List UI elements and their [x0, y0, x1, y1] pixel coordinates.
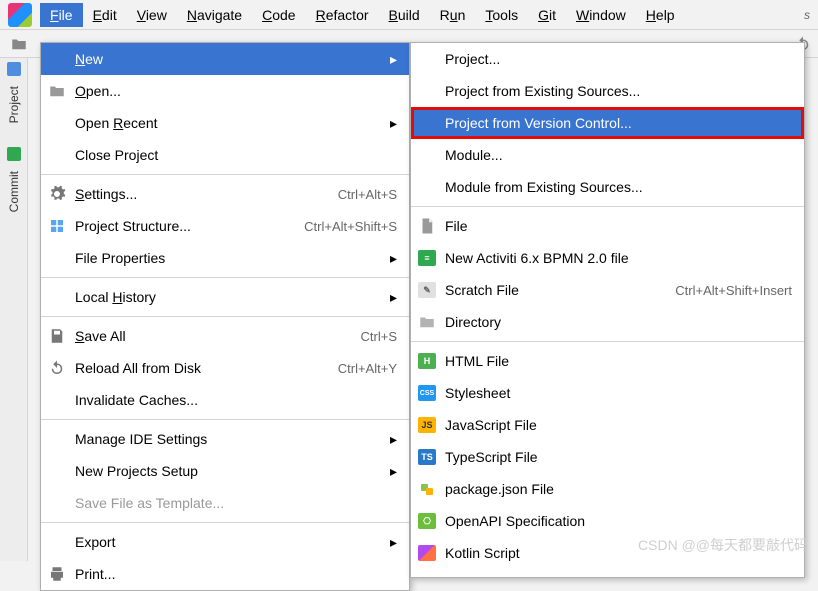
- separator: [41, 277, 409, 278]
- chevron-right-icon: ▸: [390, 431, 397, 448]
- left-tool-tabs: Project Commit: [0, 58, 28, 561]
- chevron-right-icon: ▸: [390, 250, 397, 267]
- shortcut: Ctrl+Alt+Shift+Insert: [675, 283, 792, 298]
- menu-file[interactable]: File: [40, 3, 83, 27]
- separator: [41, 419, 409, 420]
- submenu-typescript[interactable]: TS TypeScript File: [411, 441, 804, 473]
- menu-save-all[interactable]: Save All Ctrl+S: [41, 320, 409, 352]
- submenu-activiti[interactable]: ≡ New Activiti 6.x BPMN 2.0 file: [411, 242, 804, 274]
- file-dropdown: New ▸ Open... Open Recent ▸ Close Projec…: [40, 42, 410, 591]
- html-icon: H: [417, 351, 437, 371]
- watermark: CSDN @@每天都要敲代码: [638, 535, 808, 555]
- menu-project-structure[interactable]: Project Structure... Ctrl+Alt+Shift+S: [41, 210, 409, 242]
- folder-icon: [417, 312, 437, 332]
- menu-save-as-template: Save File as Template...: [41, 487, 409, 519]
- kotlin-icon: [417, 543, 437, 563]
- print-icon: [47, 564, 67, 584]
- menu-help[interactable]: Help: [636, 3, 685, 27]
- separator: [41, 316, 409, 317]
- shortcut: Ctrl+Alt+Y: [338, 361, 397, 376]
- menu-tools[interactable]: Tools: [475, 3, 528, 27]
- chevron-right-icon: ▸: [390, 289, 397, 306]
- commit-tab[interactable]: Commit: [7, 171, 21, 212]
- submenu-html[interactable]: H HTML File: [411, 345, 804, 377]
- reload-icon: [47, 358, 67, 378]
- shortcut: Ctrl+Alt+Shift+S: [304, 219, 397, 234]
- project-tab-icon[interactable]: [7, 62, 21, 76]
- submenu-project-existing[interactable]: Project from Existing Sources...: [411, 75, 804, 107]
- openapi-icon: ⎔: [417, 511, 437, 531]
- css-icon: CSS: [417, 383, 437, 403]
- submenu-scratch[interactable]: ✎ Scratch File Ctrl+Alt+Shift+Insert: [411, 274, 804, 306]
- separator: [41, 174, 409, 175]
- menu-local-history[interactable]: Local History ▸: [41, 281, 409, 313]
- shortcut: Ctrl+S: [361, 329, 397, 344]
- separator: [411, 341, 804, 342]
- menu-settings[interactable]: Settings... Ctrl+Alt+S: [41, 178, 409, 210]
- submenu-module[interactable]: Module...: [411, 139, 804, 171]
- folder-icon: [47, 81, 67, 101]
- file-icon: [417, 216, 437, 236]
- submenu-file[interactable]: File: [411, 210, 804, 242]
- menu-navigate[interactable]: Navigate: [177, 3, 252, 27]
- menu-run[interactable]: Run: [430, 3, 476, 27]
- open-folder-icon[interactable]: [10, 35, 28, 53]
- js-icon: JS: [417, 415, 437, 435]
- scratch-icon: ✎: [417, 280, 437, 300]
- chevron-right-icon: ▸: [390, 115, 397, 132]
- new-submenu: Project... Project from Existing Sources…: [410, 42, 805, 578]
- commit-tab-icon[interactable]: [7, 147, 21, 161]
- menu-refactor[interactable]: Refactor: [306, 3, 379, 27]
- menu-print[interactable]: Print...: [41, 558, 409, 590]
- menu-manage-ide[interactable]: Manage IDE Settings ▸: [41, 423, 409, 455]
- menu-file-properties[interactable]: File Properties ▸: [41, 242, 409, 274]
- menu-new-projects-setup[interactable]: New Projects Setup ▸: [41, 455, 409, 487]
- chevron-right-icon: ▸: [390, 534, 397, 551]
- app-icon: [8, 3, 32, 27]
- submenu-project[interactable]: Project...: [411, 43, 804, 75]
- submenu-stylesheet[interactable]: CSS Stylesheet: [411, 377, 804, 409]
- menu-window[interactable]: Window: [566, 3, 636, 27]
- save-icon: [47, 326, 67, 346]
- submenu-module-existing[interactable]: Module from Existing Sources...: [411, 171, 804, 203]
- menu-git[interactable]: Git: [528, 3, 566, 27]
- submenu-javascript[interactable]: JS JavaScript File: [411, 409, 804, 441]
- menu-invalidate-caches[interactable]: Invalidate Caches...: [41, 384, 409, 416]
- separator: [41, 522, 409, 523]
- activiti-icon: ≡: [417, 248, 437, 268]
- chevron-right-icon: ▸: [390, 463, 397, 480]
- menu-close-project[interactable]: Close Project: [41, 139, 409, 171]
- shortcut: Ctrl+Alt+S: [338, 187, 397, 202]
- blank-icon: [47, 49, 67, 69]
- menubar: File Edit View Navigate Code Refactor Bu…: [0, 0, 818, 30]
- gear-icon: [47, 184, 67, 204]
- menu-reload[interactable]: Reload All from Disk Ctrl+Alt+Y: [41, 352, 409, 384]
- menu-open[interactable]: Open...: [41, 75, 409, 107]
- menu-edit[interactable]: Edit: [83, 3, 127, 27]
- separator: [411, 206, 804, 207]
- menu-open-recent[interactable]: Open Recent ▸: [41, 107, 409, 139]
- submenu-project-vcs[interactable]: Project from Version Control...: [411, 107, 804, 139]
- menu-view[interactable]: View: [127, 3, 177, 27]
- menu-export[interactable]: Export ▸: [41, 526, 409, 558]
- submenu-openapi[interactable]: ⎔ OpenAPI Specification: [411, 505, 804, 537]
- project-tab[interactable]: Project: [7, 86, 21, 123]
- chevron-right-icon: ▸: [390, 51, 397, 68]
- search-hint[interactable]: s: [804, 8, 810, 22]
- menu-build[interactable]: Build: [379, 3, 430, 27]
- ts-icon: TS: [417, 447, 437, 467]
- project-structure-icon: [47, 216, 67, 236]
- package-json-icon: [417, 479, 437, 499]
- submenu-package-json[interactable]: package.json File: [411, 473, 804, 505]
- submenu-directory[interactable]: Directory: [411, 306, 804, 338]
- menu-code[interactable]: Code: [252, 3, 305, 27]
- menu-new[interactable]: New ▸: [41, 43, 409, 75]
